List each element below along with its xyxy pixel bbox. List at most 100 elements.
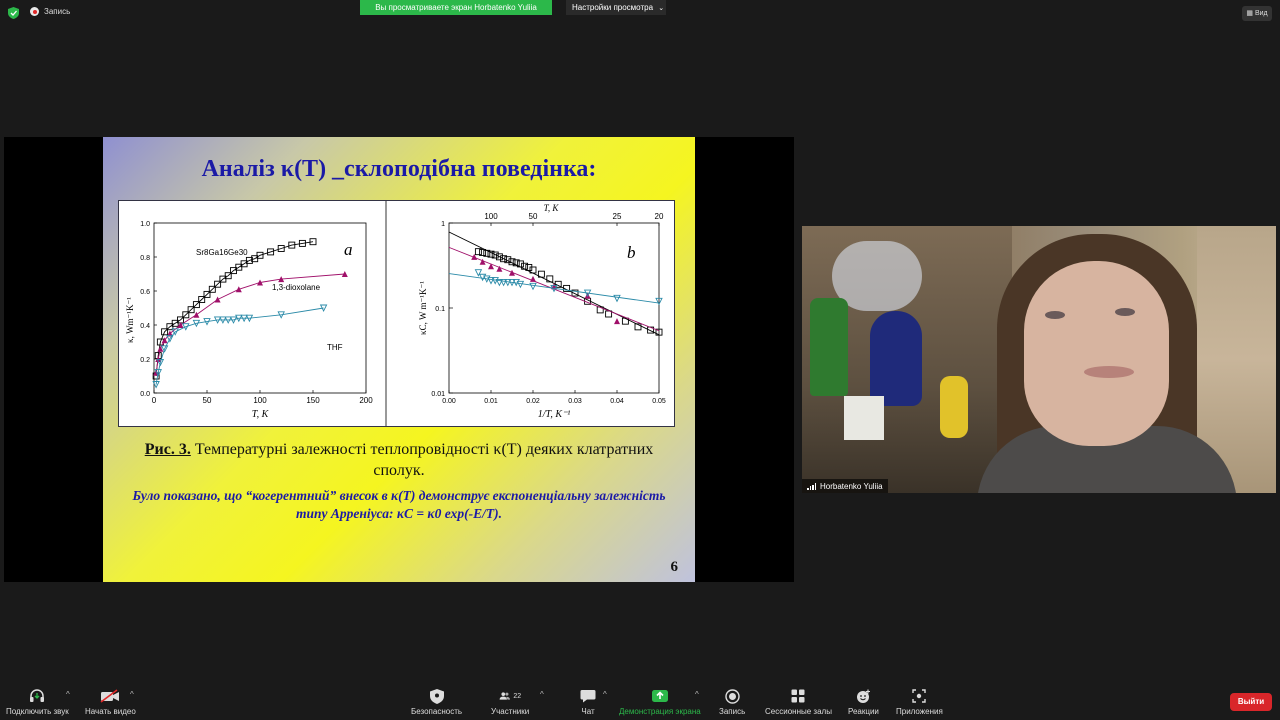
breakout-rooms-button[interactable]: Сессионные залы [765,688,832,716]
chevron-down-icon: ⌄ [658,5,665,12]
chat-button[interactable]: Чат [577,688,599,716]
meeting-toolbar: Подключить звук ^ Начать видео ^ Безопас… [0,682,1280,720]
panel-b-chart: 0.00 0.01 0.02 0.03 0.04 0.0510.10.01100 50 25 2… [418,203,666,420]
data-point [474,269,483,277]
headphones-icon [26,688,48,704]
panel-label: b [627,243,636,262]
x-tick-label: 0.03 [568,398,582,405]
chat-bubble-icon [577,688,599,704]
join-audio-button[interactable]: Подключить звук [6,688,69,716]
caption-label: Рис. 3. [144,441,191,458]
participants-label: Участники [491,707,530,716]
participants-options-caret-icon[interactable]: ^ [540,690,544,699]
share-screen-icon [649,688,671,704]
viewing-screen-banner: Вы просматриваете экран Horbatenko Yulii… [360,0,552,15]
series-label: THF [327,343,343,352]
series-label: 1,3-dioxolane [272,283,321,292]
x-tick-label: 0.02 [526,398,540,405]
top-tick-label: 20 [655,212,664,221]
data-point [613,294,621,303]
reactions-label: Реакции [848,707,879,716]
data-point [509,269,515,276]
zoom-meeting-window: Запись Вы просматриваете экран Horbatenk… [0,0,1280,720]
presentation-slide: Аналіз κ(T) _склоподібна поведінка: 0 50 1… [103,137,695,582]
panel-a-frame [153,222,367,394]
start-video-button[interactable]: Начать видео [85,688,136,716]
security-label: Безопасность [411,707,463,716]
chat-options-caret-icon[interactable]: ^ [603,690,607,699]
record-icon [721,688,743,704]
y-tick-label: 0.01 [431,391,445,398]
audio-options-caret-icon[interactable]: ^ [66,690,70,699]
figure-panels: 0 50 100 150 200 0.0 0.2 0.4 0.6 0.8 1.0 T, Kκ, Wm⁻… [118,200,675,427]
figure-svg: 0 50 100 150 2000.00.20.40.60.81.0T, Kκ, Wm⁻… [125,201,666,426]
share-screen-label: Демонстрация экрана [619,707,701,716]
figure-caption: Рис. 3. Температурні залежності теплопро… [123,439,675,481]
data-point [530,275,536,282]
data-point [488,263,494,270]
view-button[interactable]: ▦ Вид [1242,6,1272,21]
breakout-rooms-icon [787,688,809,704]
x-tick-label: 0.04 [610,398,624,405]
signal-icon [807,482,816,490]
y-tick-label: 0.4 [140,323,150,330]
participants-count: 22 [513,692,522,700]
y-tick-label: 0.6 [140,289,150,296]
slide-title: Аналіз κ(T) _склоподібна поведінка: [201,156,597,182]
y-axis-label: κC, W m⁻¹K⁻¹ [418,281,428,335]
view-settings-menu[interactable]: Настройки просмотра ⌄ [566,0,666,15]
share-screen-button[interactable]: Демонстрация экрана [619,688,701,716]
chat-label: Чат [581,707,595,716]
y-tick-label: 0.0 [140,391,150,398]
x-tick-label: 150 [306,396,320,405]
apps-button[interactable]: Приложения [896,688,943,716]
reactions-button[interactable]: Реакции [848,688,879,716]
video-poster [844,396,884,440]
apps-label: Приложения [896,707,943,716]
participants-button[interactable]: 22 Участники [491,688,529,716]
panel-a-chart: 0 50 100 150 200 0.0 0.2 0.4 0.6 0.8 1.0 T, K κ, Wm⁻… [125,221,373,420]
participant-video-tile[interactable]: Horbatenko Yuliia [802,226,1276,493]
video-person-eye-right [1115,308,1135,316]
y-tick-label: 1.0 [140,221,150,228]
y-tick-label: 1 [441,221,445,228]
participants-icon: 22 [499,688,521,704]
record-label: Запись [719,707,746,716]
top-tick-label: 100 [484,212,498,221]
leave-meeting-button[interactable]: Выйти [1230,693,1272,711]
security-shield-icon [426,688,448,704]
series-fit-line [155,241,314,377]
x-tick-label: 0.05 [652,398,666,405]
x-tick-label: 50 [203,396,212,405]
record-dot-icon [30,7,39,16]
view-button-label: Вид [1254,10,1268,17]
smiley-icon [852,688,874,704]
top-bar: Запись Вы просматриваете экран Horbatenk… [0,0,1280,26]
security-button[interactable]: Безопасность [411,688,462,716]
video-person-mouth [1084,366,1134,378]
breakout-rooms-label: Сессионные залы [765,707,832,716]
participant-name: Horbatenko Yuliia [820,481,883,491]
apps-icon [908,688,930,704]
caption-text: Температурні залежності теплопровідності… [190,441,654,479]
series-label: Sr8Ga16Ge30 [196,248,248,257]
video-off-icon [99,688,121,704]
video-options-caret-icon[interactable]: ^ [130,690,134,699]
series-fit-line [448,273,660,304]
data-point [529,282,537,291]
x-tick-label: 100 [253,396,267,405]
y-tick-label: 0.2 [140,357,150,364]
data-point [614,318,620,325]
grid-icon: ▦ [1246,10,1253,17]
record-button[interactable]: Запись [719,688,745,716]
top-tick-label: 25 [613,212,622,221]
video-person-face [1024,261,1169,446]
start-video-label: Начать видео [85,707,136,716]
data-point [214,296,221,303]
slide-number: 6 [670,559,679,575]
share-options-caret-icon[interactable]: ^ [695,690,699,699]
recording-indicator[interactable]: Запись [30,7,70,16]
x-tick-label: 0.01 [484,398,498,405]
recording-label: Запись [44,7,71,16]
y-tick-label: 0.1 [435,306,445,313]
